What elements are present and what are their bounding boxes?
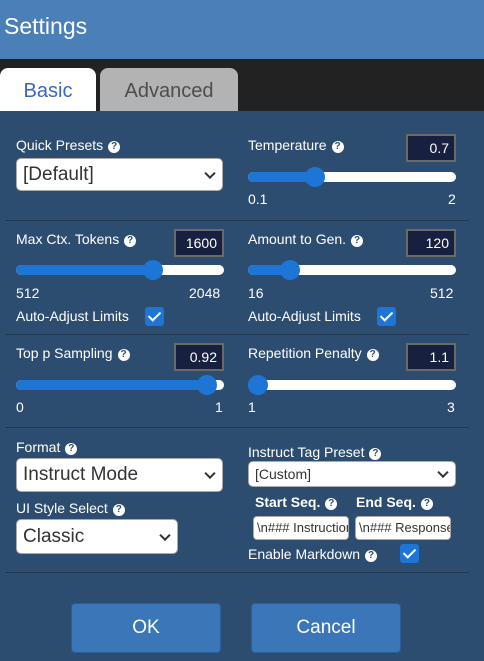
top-p-label-text: Top p Sampling: [16, 345, 113, 361]
auto-adjust-right-checkbox[interactable]: [377, 307, 396, 326]
help-icon[interactable]: ?: [108, 141, 121, 153]
amount-gen-min: 16: [248, 285, 264, 301]
end-seq-input[interactable]: \n### Response:\n: [355, 516, 451, 540]
title-bar: Settings: [0, 0, 484, 59]
max-ctx-label: Max Ctx. Tokens?: [16, 231, 137, 247]
cancel-button[interactable]: Cancel: [251, 603, 401, 653]
ok-button[interactable]: OK: [71, 603, 221, 653]
slider-thumb[interactable]: [197, 375, 218, 395]
slider-thumb[interactable]: [304, 167, 325, 187]
ui-style-label: UI Style Select?: [16, 500, 125, 516]
quick-presets-select[interactable]: [Default]: [16, 158, 223, 191]
temperature-max: 2: [448, 191, 456, 207]
max-ctx-input[interactable]: 1600: [174, 229, 224, 257]
divider: [5, 220, 469, 221]
top-p-min: 0: [16, 399, 24, 415]
amount-gen-input[interactable]: 120: [406, 229, 456, 257]
top-p-slider[interactable]: [16, 375, 224, 395]
instruct-tag-label-text: Instruct Tag Preset: [248, 444, 365, 460]
quick-presets-value: [Default]: [23, 164, 94, 185]
temperature-input[interactable]: 0.7: [406, 134, 456, 162]
top-p-input[interactable]: 0.92: [174, 343, 224, 371]
temperature-slider[interactable]: [248, 167, 456, 187]
auto-adjust-right-label: Auto-Adjust Limits: [248, 308, 361, 324]
slider-track: [248, 380, 456, 390]
help-icon[interactable]: ?: [331, 141, 344, 153]
divider: [5, 572, 469, 573]
rep-pen-slider[interactable]: [248, 375, 456, 395]
start-seq-input[interactable]: \n### Instruction:\n: [253, 516, 349, 540]
temperature-label: Temperature?: [248, 137, 344, 153]
slider-fill: [16, 380, 208, 390]
tab-strip: Basic Advanced: [0, 59, 484, 111]
chevron-down-icon: [159, 529, 171, 541]
ui-style-label-text: UI Style Select: [16, 500, 108, 516]
slider-thumb[interactable]: [279, 260, 300, 280]
amount-gen-slider[interactable]: [248, 260, 456, 280]
chevron-down-icon: [437, 466, 449, 479]
ui-style-value: Classic: [23, 526, 85, 547]
max-ctx-max: 2048: [189, 285, 221, 301]
amount-gen-max: 512: [430, 285, 454, 301]
divider: [5, 427, 469, 428]
format-label-text: Format: [16, 439, 61, 455]
top-p-max: 1: [215, 399, 223, 415]
temperature-min: 0.1: [248, 191, 268, 207]
instruct-tag-value: [Custom]: [255, 466, 312, 482]
help-icon[interactable]: ?: [124, 235, 137, 247]
help-icon[interactable]: ?: [369, 448, 382, 460]
help-icon[interactable]: ?: [117, 349, 130, 361]
slider-thumb[interactable]: [248, 375, 269, 395]
auto-adjust-left-label: Auto-Adjust Limits: [16, 308, 129, 324]
help-icon[interactable]: ?: [325, 498, 338, 510]
top-p-label: Top p Sampling?: [16, 345, 130, 361]
max-ctx-slider[interactable]: [16, 260, 224, 280]
quick-presets-label: Quick Presets?: [16, 137, 121, 153]
temperature-label-text: Temperature: [248, 137, 327, 153]
max-ctx-min: 512: [16, 285, 40, 301]
auto-adjust-left-checkbox[interactable]: [145, 307, 164, 326]
instruct-tag-select[interactable]: [Custom]: [248, 461, 456, 487]
help-icon[interactable]: ?: [366, 349, 379, 361]
tab-basic[interactable]: Basic: [0, 68, 96, 111]
window-title: Settings: [4, 13, 88, 39]
end-seq-label-text: End Seq.: [356, 494, 416, 510]
start-seq-label-text: Start Seq.: [255, 494, 321, 510]
rep-pen-label: Repetition Penalty?: [248, 345, 379, 361]
slider-fill: [16, 265, 154, 275]
enable-markdown-label: Enable Markdown?: [248, 546, 378, 562]
rep-pen-max: 3: [447, 399, 455, 415]
divider: [5, 334, 469, 335]
help-icon[interactable]: ?: [65, 443, 78, 455]
format-label: Format?: [16, 439, 78, 455]
slider-thumb[interactable]: [143, 260, 164, 280]
help-icon[interactable]: ?: [351, 235, 364, 247]
rep-pen-label-text: Repetition Penalty: [248, 345, 362, 361]
help-icon[interactable]: ?: [420, 498, 433, 510]
help-icon[interactable]: ?: [365, 550, 378, 562]
format-value: Instruct Mode: [23, 464, 139, 485]
help-icon[interactable]: ?: [112, 504, 125, 516]
chevron-down-icon: [204, 167, 216, 179]
quick-presets-label-text: Quick Presets: [16, 137, 104, 153]
enable-markdown-checkbox[interactable]: [400, 544, 419, 563]
end-seq-label: End Seq.?: [356, 494, 433, 510]
amount-gen-label: Amount to Gen.?: [248, 231, 364, 247]
max-ctx-label-text: Max Ctx. Tokens: [16, 231, 120, 247]
format-select[interactable]: Instruct Mode: [16, 458, 223, 492]
rep-pen-min: 1: [248, 399, 256, 415]
rep-pen-input[interactable]: 1.1: [406, 343, 456, 371]
amount-gen-label-text: Amount to Gen.: [248, 231, 347, 247]
tab-advanced[interactable]: Advanced: [100, 68, 238, 111]
start-seq-label: Start Seq.?: [255, 494, 338, 510]
enable-markdown-label-text: Enable Markdown: [248, 546, 361, 562]
chevron-down-icon: [204, 467, 216, 480]
instruct-tag-label: Instruct Tag Preset?: [248, 444, 382, 460]
ui-style-select[interactable]: Classic: [16, 519, 178, 554]
